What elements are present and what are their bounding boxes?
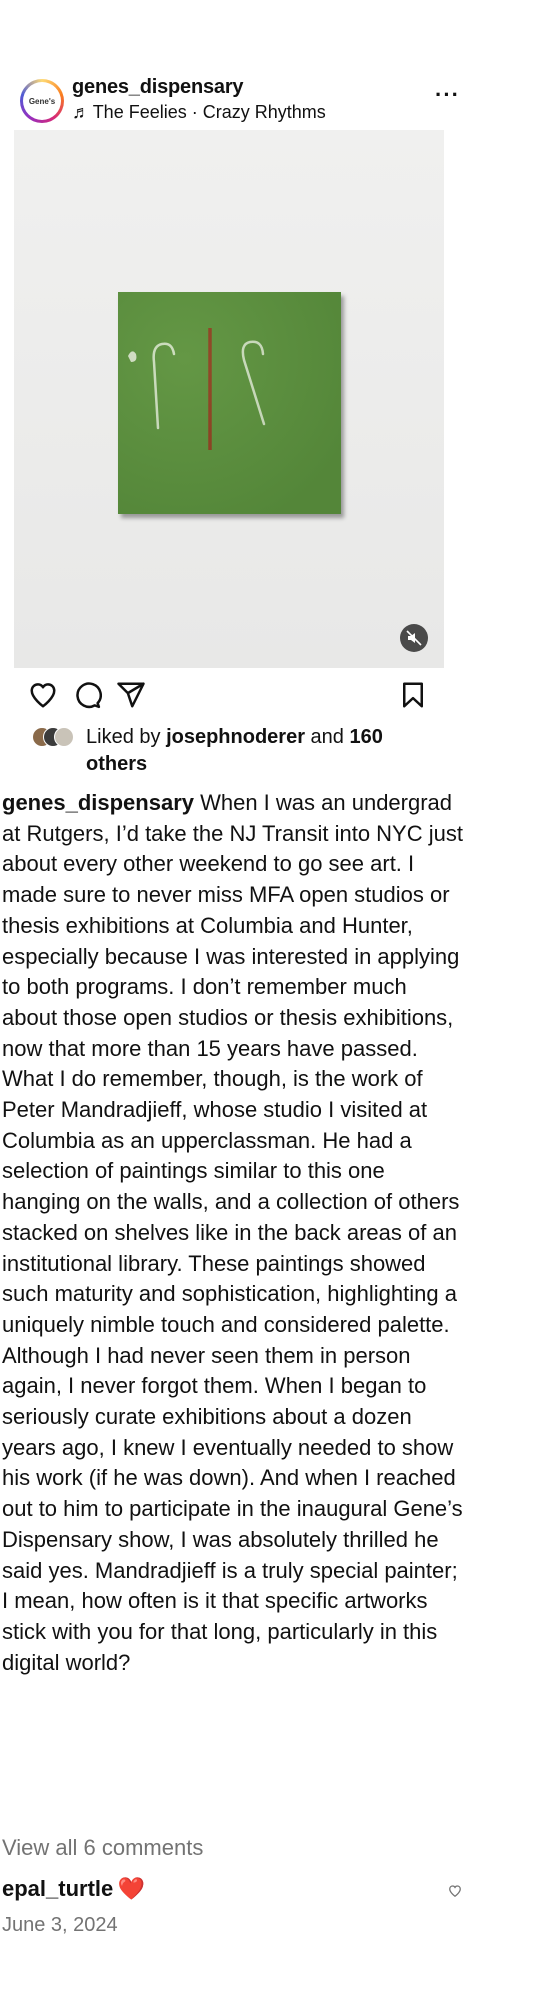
- comment-like-icon[interactable]: [448, 1884, 462, 1898]
- comment-text: ❤️: [117, 1876, 146, 1901]
- music-info[interactable]: ♬ The Feelies · Crazy Rhythms: [72, 102, 326, 123]
- more-options-icon[interactable]: ···: [435, 82, 460, 108]
- comment-username[interactable]: epal_turtle: [2, 1876, 113, 1901]
- liker-username[interactable]: josephnoderer: [166, 726, 305, 748]
- music-track: The Feelies · Crazy Rhythms: [92, 102, 326, 122]
- bookmark-icon[interactable]: [398, 680, 428, 710]
- avatar[interactable]: Gene's: [20, 79, 64, 123]
- likes-prefix: Liked by: [86, 726, 167, 748]
- liker-avatar: [54, 727, 74, 747]
- comment-icon[interactable]: [72, 680, 102, 710]
- likes-row: Liked by josephnoderer and 160 others: [32, 724, 432, 780]
- painting-marks: [118, 292, 341, 514]
- post-header: Gene's genes_dispensary ♬ The Feelies · …: [20, 76, 460, 126]
- liker-avatars[interactable]: [32, 727, 84, 747]
- mute-audio-icon[interactable]: [400, 624, 428, 652]
- comment-row: epal_turtle ❤️: [2, 1876, 462, 1910]
- music-note-icon: ♬: [72, 102, 90, 122]
- painting: [118, 292, 341, 514]
- post-image[interactable]: [14, 130, 444, 668]
- heart-icon[interactable]: [28, 680, 58, 710]
- view-all-comments-link[interactable]: View all 6 comments: [2, 1835, 203, 1861]
- post-date: June 3, 2024: [2, 1914, 118, 1936]
- action-bar: [28, 676, 428, 712]
- caption-text: When I was an undergrad at Rutgers, I’d …: [2, 790, 463, 1675]
- likes-middle: and: [304, 726, 350, 748]
- likes-text: Liked by josephnoderer and 160 others: [86, 724, 426, 778]
- post-username[interactable]: genes_dispensary: [72, 76, 244, 99]
- share-icon[interactable]: [116, 680, 146, 710]
- post-caption: genes_dispensary When I was an undergrad…: [2, 788, 464, 1678]
- caption-username[interactable]: genes_dispensary: [2, 790, 194, 815]
- avatar-logo-text: Gene's: [28, 96, 56, 106]
